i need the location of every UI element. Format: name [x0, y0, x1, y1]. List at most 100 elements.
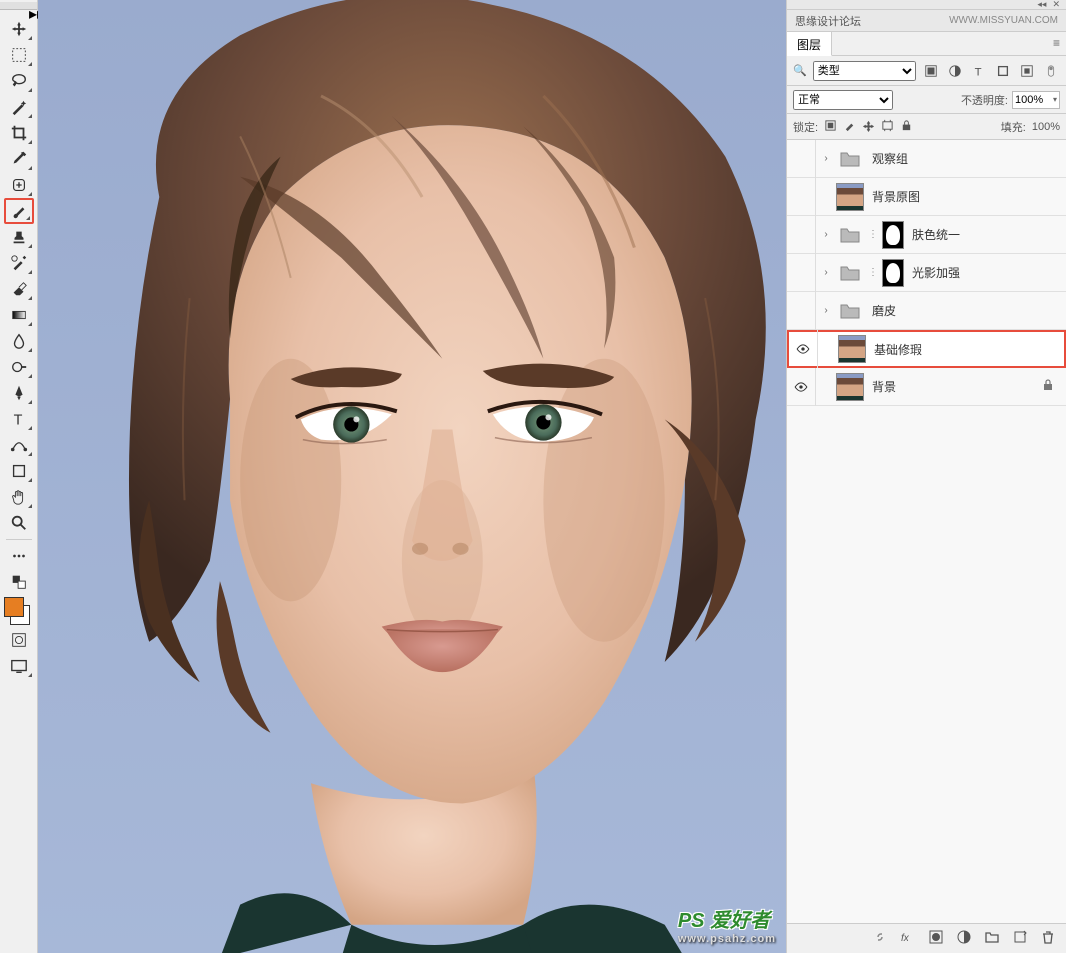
zoom-tool[interactable]: [4, 510, 34, 536]
disclosure-icon[interactable]: ›: [820, 305, 832, 316]
edit-toolbar[interactable]: [4, 543, 34, 569]
lock-position-icon[interactable]: [862, 119, 875, 135]
panel-tabs: 图层 ≡: [787, 32, 1066, 56]
forum-url: WWW.MISSYUAN.COM: [949, 15, 1058, 26]
layer-name[interactable]: 观察组: [872, 150, 1062, 167]
svg-text:T: T: [13, 412, 22, 428]
wand-tool[interactable]: [4, 94, 34, 120]
healing-tool[interactable]: [4, 172, 34, 198]
opacity-label: 不透明度:: [961, 92, 1008, 108]
layer-row[interactable]: › 观察组: [787, 140, 1066, 178]
layer-name[interactable]: 肤色统一: [912, 226, 1062, 243]
marquee-tool[interactable]: [4, 42, 34, 68]
panel-collapse-bar[interactable]: ◂◂✕: [787, 0, 1066, 10]
blur-tool[interactable]: [4, 328, 34, 354]
swap-colors[interactable]: [4, 569, 34, 595]
history-brush-tool[interactable]: [4, 250, 34, 276]
folder-icon: [836, 297, 864, 325]
layer-name[interactable]: 磨皮: [872, 302, 1062, 319]
lasso-tool[interactable]: [4, 68, 34, 94]
disclosure-icon[interactable]: ›: [820, 153, 832, 164]
layer-row[interactable]: › ⋮ 光影加强: [787, 254, 1066, 292]
brush-tool[interactable]: [4, 198, 34, 224]
layer-mask[interactable]: [882, 221, 904, 249]
shape-tool[interactable]: [4, 458, 34, 484]
link-icon: ⋮: [868, 267, 878, 278]
panel-bottom-bar: fx: [787, 923, 1066, 953]
layer-mask[interactable]: [882, 259, 904, 287]
eyedropper-tool[interactable]: [4, 146, 34, 172]
crop-tool[interactable]: [4, 120, 34, 146]
opacity-value[interactable]: 100%: [1012, 91, 1060, 109]
lock-pixels-icon[interactable]: [843, 119, 856, 135]
filter-smart-icon[interactable]: [1018, 62, 1036, 80]
canvas[interactable]: [38, 0, 786, 953]
lock-row: 锁定: 填充: 100%: [787, 114, 1066, 140]
lock-label: 锁定:: [793, 119, 818, 135]
gradient-tool[interactable]: [4, 302, 34, 328]
svg-text:T: T: [975, 66, 982, 78]
panel-menu-icon[interactable]: ≡: [1047, 32, 1066, 55]
layer-name[interactable]: 光影加强: [912, 264, 1062, 281]
disclosure-icon[interactable]: ›: [820, 267, 832, 278]
screenmode-tool[interactable]: [4, 653, 34, 679]
layer-name[interactable]: 基础修瑕: [874, 341, 1060, 358]
layer-row[interactable]: 背景原图: [787, 178, 1066, 216]
mask-icon[interactable]: [928, 929, 944, 948]
layer-thumbnail[interactable]: [836, 373, 864, 401]
filter-adjust-icon[interactable]: [946, 62, 964, 80]
fx-icon[interactable]: fx: [900, 929, 916, 948]
layer-row[interactable]: › ⋮ 肤色统一: [787, 216, 1066, 254]
layer-thumbnail[interactable]: [838, 335, 866, 363]
layer-row[interactable]: 基础修瑕: [787, 330, 1066, 368]
blend-mode-select[interactable]: 正常: [793, 90, 893, 110]
tab-layers[interactable]: 图层: [787, 32, 832, 56]
delete-icon[interactable]: [1040, 929, 1056, 948]
filter-shape-icon[interactable]: [994, 62, 1012, 80]
group-icon[interactable]: [984, 929, 1000, 948]
visibility-toggle[interactable]: [793, 344, 813, 354]
filter-search-icon[interactable]: 🔍: [793, 64, 807, 77]
lock-full-icon[interactable]: [900, 119, 913, 135]
stamp-tool[interactable]: [4, 224, 34, 250]
eraser-tool[interactable]: [4, 276, 34, 302]
color-swatches[interactable]: [4, 597, 34, 627]
quickmask-tool[interactable]: [4, 627, 34, 653]
disclosure-icon[interactable]: ›: [820, 229, 832, 240]
dodge-tool[interactable]: [4, 354, 34, 380]
filter-pixel-icon[interactable]: [922, 62, 940, 80]
forum-text: 思缘设计论坛: [795, 13, 861, 29]
filter-type-select[interactable]: 类型: [813, 61, 916, 81]
folder-icon: [836, 259, 864, 287]
foreground-color[interactable]: [4, 597, 24, 617]
fill-value[interactable]: 100%: [1032, 121, 1060, 133]
type-tool[interactable]: T: [4, 406, 34, 432]
tools-panel: ▸▸ T: [0, 0, 38, 953]
lock-artboard-icon[interactable]: [881, 119, 894, 135]
visibility-toggle[interactable]: [791, 382, 811, 392]
layer-row[interactable]: 背景: [787, 368, 1066, 406]
link-icon: ⋮: [868, 229, 878, 240]
folder-icon: [836, 221, 864, 249]
link-layers-icon[interactable]: [872, 929, 888, 948]
move-tool[interactable]: [4, 16, 34, 42]
lock-icon: [1042, 379, 1054, 394]
pen-tool[interactable]: [4, 380, 34, 406]
filter-type-icon[interactable]: T: [970, 62, 988, 80]
lock-all-icon[interactable]: [824, 119, 837, 135]
folder-icon: [836, 145, 864, 173]
filter-toggle[interactable]: [1042, 62, 1060, 80]
adjustment-icon[interactable]: [956, 929, 972, 948]
path-tool[interactable]: [4, 432, 34, 458]
new-layer-icon[interactable]: [1012, 929, 1028, 948]
layer-thumbnail[interactable]: [836, 183, 864, 211]
hand-tool[interactable]: [4, 484, 34, 510]
layer-name[interactable]: 背景原图: [872, 188, 1062, 205]
layer-row[interactable]: › 磨皮: [787, 292, 1066, 330]
panel-header: 思缘设计论坛 WWW.MISSYUAN.COM: [787, 10, 1066, 32]
layers-panel: ◂◂✕ 思缘设计论坛 WWW.MISSYUAN.COM 图层 ≡ 🔍 类型 T …: [786, 0, 1066, 953]
layer-name[interactable]: 背景: [872, 378, 1038, 395]
tool-tab-header[interactable]: ▸▸: [0, 2, 37, 10]
fill-label: 填充:: [1001, 119, 1026, 135]
watermark: PS 爱好者 www.psahz.com: [678, 904, 776, 945]
